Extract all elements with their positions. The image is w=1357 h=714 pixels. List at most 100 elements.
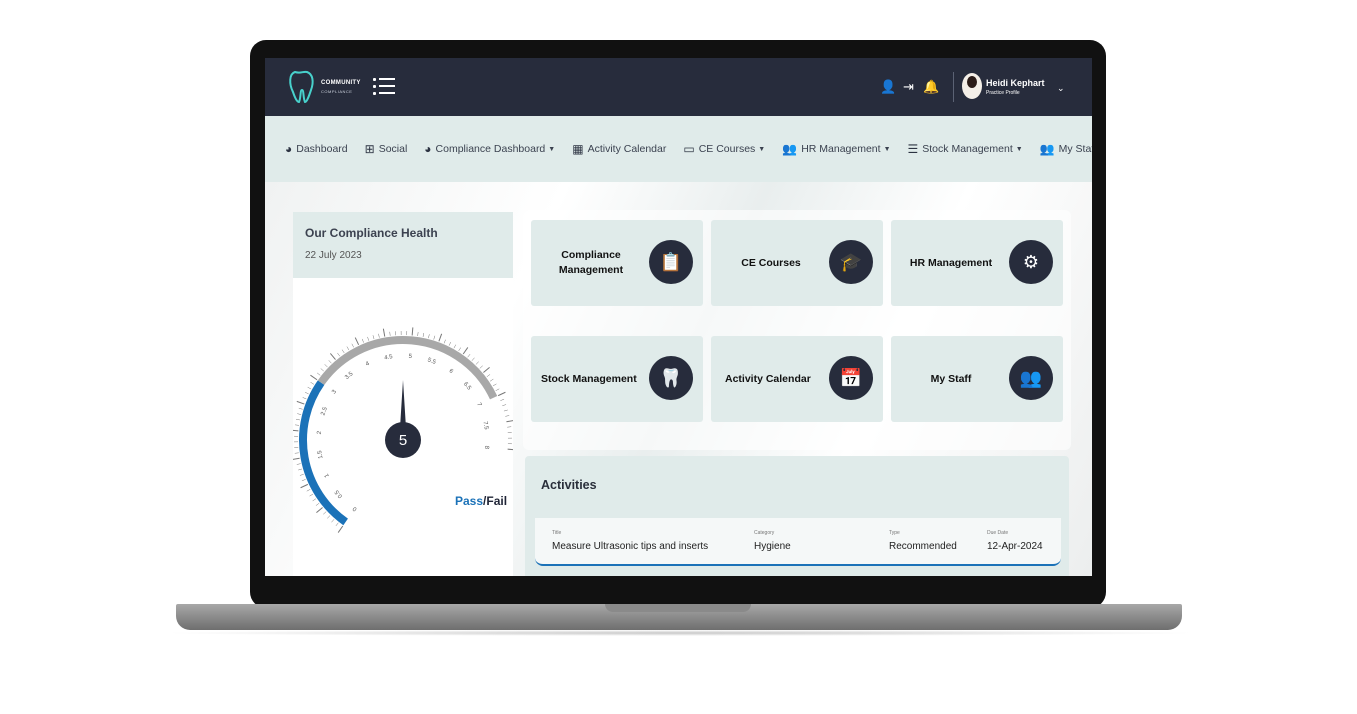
gauge-tick — [295, 418, 300, 421]
nav-ce-courses[interactable]: ▭ CE Courses ▼ — [683, 142, 765, 156]
gauge-tick — [475, 361, 479, 365]
caret-down-icon: ▼ — [548, 145, 556, 153]
compliance-health-card: Our Compliance Health 22 July 2023 0 0.5 1… — [293, 212, 513, 576]
gauge-tick — [293, 429, 299, 432]
health-title: Our Compliance Health — [305, 226, 438, 240]
gauge-tick — [500, 398, 505, 401]
nav-label: CE Courses — [698, 143, 756, 155]
gauge-tick — [335, 522, 339, 527]
gauge-tick-label: 4 — [365, 361, 371, 368]
gauge-tick — [299, 473, 304, 476]
calendar-tooth-icon: 📅 — [829, 356, 873, 400]
col-header-due: Due Date — [987, 530, 1009, 536]
add-user-icon[interactable]: 👤 — [880, 79, 896, 95]
nav-label: HR Management — [801, 143, 881, 155]
nav-stock-management[interactable]: ☰ Stock Management ▼ — [908, 142, 1023, 156]
chevron-down-icon[interactable]: ⌄ — [1057, 83, 1065, 94]
caret-down-icon: ▼ — [1015, 145, 1023, 153]
gauge-tick-label: 2 — [317, 430, 323, 435]
gauge-tick — [467, 353, 471, 358]
gauge-tick — [293, 457, 300, 460]
gauge-tick — [301, 479, 306, 482]
nav-activity-calendar[interactable]: ▦ Activity Calendar — [572, 142, 666, 156]
app-logo[interactable]: COMMUNITY COMPLIANCE — [287, 68, 360, 104]
gauge-tick — [483, 366, 490, 373]
clipboard-check-icon: 📋 — [649, 240, 693, 284]
avatar[interactable] — [962, 73, 982, 99]
gauge-tick — [346, 346, 350, 351]
gauge-tick — [323, 511, 327, 515]
pass-label: Pass — [455, 494, 484, 508]
gauge-tick — [302, 397, 307, 400]
activity-due-date: 12-Apr-2024 — [987, 541, 1043, 552]
gauge-tick-label: 7.5 — [481, 421, 488, 431]
monitor-icon: ▭ — [683, 142, 695, 156]
nav-compliance-dashboard[interactable]: ◕ Compliance Dashboard ▼ — [424, 142, 555, 156]
tile-label: CE Courses — [741, 256, 801, 269]
sign-in-icon[interactable]: ⇥ — [903, 79, 914, 95]
gauge-tick — [458, 347, 461, 352]
gauge-tick — [298, 468, 303, 471]
caret-down-icon: ▼ — [883, 145, 891, 153]
gauge-tick — [479, 365, 483, 369]
server-icon: ☰ — [907, 142, 919, 156]
users-icon: 👥 — [782, 142, 798, 156]
tile-compliance-management[interactable]: Compliance Management 📋 — [531, 220, 703, 306]
gauge-tick-label: 5 — [408, 354, 413, 360]
gauge-tick — [372, 335, 375, 340]
tile-my-staff[interactable]: My Staff 👥 — [891, 336, 1063, 422]
gauge-tick — [505, 415, 510, 417]
nav-hr-management[interactable]: 👥 HR Management ▼ — [782, 142, 890, 156]
gauge-tick — [411, 327, 414, 336]
tile-stock-management[interactable]: Stock Management 🦷 — [531, 336, 703, 422]
nav-label: Dashboard — [296, 143, 348, 155]
activity-category: Hygiene — [754, 541, 791, 552]
top-bar: COMMUNITY COMPLIANCE 👤 ⇥ 🔔 Heidi Kephart… — [265, 58, 1092, 116]
tile-hr-management[interactable]: HR Management ⚙ — [891, 220, 1063, 306]
tile-label: Stock Management — [541, 372, 637, 385]
activities-panel: Activities Title Measure Ultrasonic tips… — [525, 456, 1069, 576]
laptop-notch — [605, 604, 751, 612]
col-header-type: Type — [889, 530, 900, 536]
col-header-title: Title — [552, 530, 562, 536]
health-header: Our Compliance Health 22 July 2023 — [293, 212, 513, 278]
palette-icon: ◕ — [424, 142, 432, 156]
laptop-shadow — [160, 630, 1200, 636]
logo-text: COMMUNITY — [321, 80, 361, 86]
col-header-category: Category — [754, 530, 775, 536]
gauge-tick-label: 6.5 — [462, 381, 472, 392]
nav-my-staff[interactable]: 👥 My Staff ▼ — [1040, 142, 1092, 156]
gauge-tick — [378, 333, 380, 338]
staff-group-icon: 👥 — [1009, 356, 1053, 400]
gauge-tick — [316, 507, 323, 514]
gauge-tick — [341, 349, 345, 354]
main-nav: ◕ Dashboard ⊞ Social ◕ Compliance Dashbo… — [265, 116, 1092, 182]
tile-activity-calendar[interactable]: Activity Calendar 📅 — [711, 336, 883, 422]
app-screen: COMMUNITY COMPLIANCE 👤 ⇥ 🔔 Heidi Kephart… — [265, 58, 1092, 576]
activities-title: Activities — [541, 478, 597, 492]
gauge-fill-arc — [299, 380, 348, 526]
bell-icon[interactable]: 🔔 — [923, 79, 939, 95]
nav-social[interactable]: ⊞ Social — [365, 142, 408, 156]
tile-ce-courses[interactable]: CE Courses 🎓 — [711, 220, 883, 306]
menu-icon[interactable] — [373, 77, 395, 97]
gauge-tick — [306, 489, 311, 492]
gauge-tick — [462, 347, 469, 355]
gauge-tick — [471, 357, 475, 361]
gauge-tick-label: 3.5 — [344, 371, 355, 381]
gauge-tick-label: 0.5 — [334, 488, 344, 499]
dashboard-content: Our Compliance Health 22 July 2023 0 0.5 1… — [265, 182, 1092, 576]
gauge-tick — [307, 386, 312, 390]
gauge-tick — [443, 339, 446, 344]
nav-dashboard[interactable]: ◕ Dashboard — [285, 142, 348, 156]
gauge-tick — [422, 332, 425, 337]
gauge-tick — [351, 343, 354, 348]
gauge-tick — [320, 368, 324, 372]
activity-row[interactable]: Title Measure Ultrasonic tips and insert… — [535, 518, 1061, 566]
gauge-tick — [315, 502, 320, 506]
gauge-tick — [486, 374, 491, 378]
people-gear-icon: ⚙ — [1009, 240, 1053, 284]
health-date: 22 July 2023 — [305, 250, 362, 261]
gauge-tick-label: 1 — [324, 472, 331, 478]
user-name[interactable]: Heidi Kephart — [986, 78, 1045, 88]
